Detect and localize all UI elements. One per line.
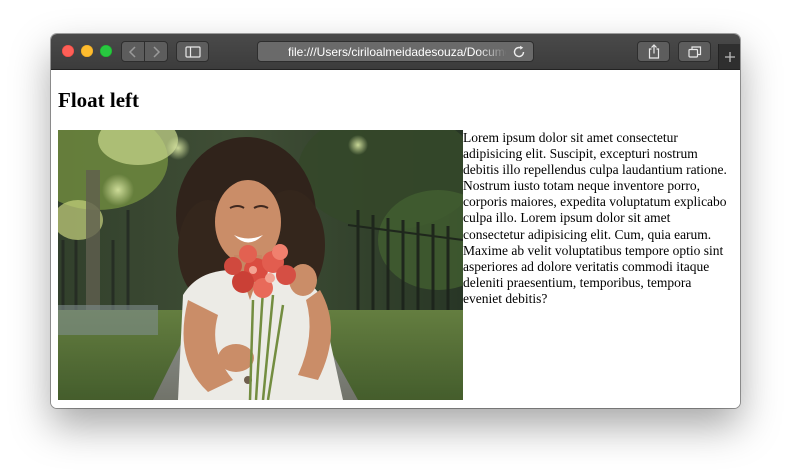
body-paragraph: Lorem ipsum dolor sit amet consectetur a… bbox=[463, 130, 727, 306]
tabs-overview-button[interactable] bbox=[678, 41, 711, 62]
chevron-right-icon bbox=[153, 45, 161, 58]
plus-icon bbox=[725, 51, 735, 62]
new-tab-button[interactable] bbox=[718, 44, 740, 69]
back-button[interactable] bbox=[122, 42, 144, 61]
sidebar-toggle-button[interactable] bbox=[176, 41, 209, 62]
navigation-buttons bbox=[121, 41, 168, 62]
woman-with-flowers-image bbox=[58, 130, 463, 400]
share-icon bbox=[648, 44, 659, 59]
sidebar-icon bbox=[184, 45, 201, 58]
floated-photo bbox=[58, 130, 463, 400]
share-button[interactable] bbox=[637, 41, 670, 62]
reload-icon[interactable] bbox=[511, 44, 527, 60]
tabs-overview-icon bbox=[687, 45, 701, 58]
chevron-left-icon bbox=[128, 45, 136, 58]
address-bar[interactable]: file:///Users/ciriloalmeidadesouza/Docum… bbox=[257, 41, 534, 62]
zoom-window-button[interactable] bbox=[100, 45, 112, 57]
forward-button[interactable] bbox=[144, 42, 167, 61]
browser-toolbar: file:///Users/ciriloalmeidadesouza/Docum… bbox=[51, 34, 740, 70]
address-text: file:///Users/ciriloalmeidadesouza/Docum… bbox=[288, 45, 506, 59]
page-heading: Float left bbox=[58, 88, 140, 112]
minimize-window-button[interactable] bbox=[81, 45, 93, 57]
close-window-button[interactable] bbox=[62, 45, 74, 57]
